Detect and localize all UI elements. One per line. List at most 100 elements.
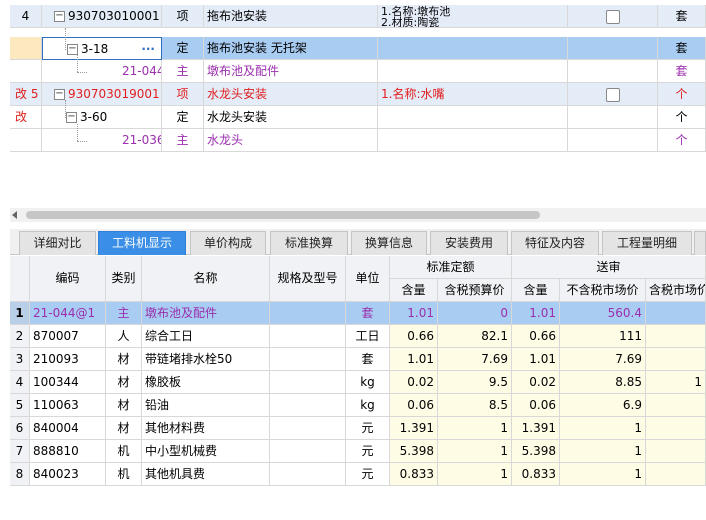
std-qty-cell[interactable]: 1.391 [390,417,438,440]
unit-cell[interactable]: 元 [346,417,390,440]
checkbox-cell[interactable] [568,129,658,152]
feature-cell[interactable] [378,37,568,60]
code-cell[interactable]: 840004 [30,417,106,440]
audit-qty-cell[interactable]: 0.833 [512,463,560,486]
unit-cell[interactable]: kg [346,371,390,394]
code-cell[interactable]: −3-18 ··· [42,37,162,60]
audit-price-cell[interactable]: 560.4 [560,302,646,325]
code-cell[interactable]: −3-60 [42,106,162,129]
tab-detail-compare[interactable]: 详细对比 [19,231,96,255]
audit-qty-cell[interactable]: 0.06 [512,394,560,417]
checkbox-cell[interactable] [568,37,658,60]
category-cell[interactable]: 材 [106,394,142,417]
code-cell[interactable]: −930703010001 [42,5,162,28]
name-cell[interactable]: 综合工日 [142,325,270,348]
bill-row[interactable]: 21-036 主 水龙头 个 [10,129,706,152]
unit-cell[interactable]: 套 [346,348,390,371]
audit-tax-price-cell[interactable] [646,463,706,486]
feature-cell[interactable] [378,129,568,152]
name-cell[interactable]: 水龙头安装 [204,83,378,106]
name-cell[interactable]: 其他材料费 [142,417,270,440]
header-spec[interactable]: 规格及型号 [270,256,346,302]
category-cell[interactable]: 机 [106,463,142,486]
unit-cell[interactable]: 工日 [346,325,390,348]
bill-row-selected[interactable]: −3-18 ··· 定 拖布池安装 无托架 套 [10,37,706,60]
checkbox-cell[interactable] [568,60,658,83]
tab-unit-price[interactable]: 单价构成 [190,231,266,255]
name-cell[interactable]: 橡胶板 [142,371,270,394]
std-price-cell[interactable]: 8.5 [438,394,512,417]
header-name[interactable]: 名称 [142,256,270,302]
header-audit-price[interactable]: 不含税市场价 [560,279,646,302]
category-cell[interactable]: 主 [106,302,142,325]
audit-price-cell[interactable]: 7.69 [560,348,646,371]
scroll-left-icon[interactable] [12,211,17,219]
audit-qty-cell[interactable]: 1.391 [512,417,560,440]
tab-install-fee[interactable]: 安装费用 [430,231,508,255]
name-cell[interactable]: 墩布池及配件 [142,302,270,325]
unit-cell[interactable]: 套 [346,302,390,325]
audit-price-cell[interactable]: 1 [560,417,646,440]
audit-tax-price-cell[interactable] [646,394,706,417]
name-cell[interactable]: 中小型机械费 [142,440,270,463]
audit-tax-price-cell[interactable] [646,348,706,371]
audit-price-cell[interactable]: 1 [560,440,646,463]
spec-cell[interactable] [270,463,346,486]
category-cell[interactable]: 材 [106,348,142,371]
code-cell[interactable]: 21-036 [42,129,162,152]
name-cell[interactable]: 水龙头 [204,129,378,152]
header-audit-qty[interactable]: 含量 [512,279,560,302]
spec-cell[interactable] [270,440,346,463]
collapse-icon[interactable]: − [54,11,65,22]
audit-qty-cell[interactable]: 1.01 [512,348,560,371]
header-std-qty[interactable]: 含量 [390,279,438,302]
audit-tax-price-cell[interactable] [646,440,706,463]
std-price-cell[interactable]: 1 [438,440,512,463]
collapse-icon[interactable]: − [66,112,77,123]
audit-qty-cell[interactable]: 1.01 [512,302,560,325]
std-price-cell[interactable]: 1 [438,463,512,486]
name-cell[interactable]: 水龙头安装 [204,106,378,129]
audit-price-cell[interactable]: 8.85 [560,371,646,394]
audit-qty-cell[interactable]: 0.02 [512,371,560,394]
code-cell[interactable]: 870007 [30,325,106,348]
collapse-icon[interactable]: − [54,89,65,100]
header-audit-tax-price[interactable]: 含税市场价 [646,279,706,302]
audit-price-cell[interactable]: 1 [560,463,646,486]
bill-row[interactable]: 21-044@1 主 墩布池及配件 套 [10,60,706,83]
name-cell[interactable]: 带链堵排水栓50 [142,348,270,371]
audit-qty-cell[interactable]: 5.398 [512,440,560,463]
audit-tax-price-cell[interactable]: 1 [646,371,706,394]
std-qty-cell[interactable]: 0.02 [390,371,438,394]
spec-cell[interactable] [270,348,346,371]
name-cell[interactable]: 铅油 [142,394,270,417]
std-price-cell[interactable]: 9.5 [438,371,512,394]
feature-cell[interactable] [378,60,568,83]
tab-standard-conversion[interactable]: 标准换算 [270,231,348,255]
bill-row[interactable]: 改 −3-60 定 水龙头安装 个 [10,106,706,129]
header-code[interactable]: 编码 [30,256,106,302]
header-std-price[interactable]: 含税预算价 [438,279,512,302]
code-cell[interactable]: 888810 [30,440,106,463]
code-cell[interactable]: 100344 [30,371,106,394]
collapse-icon[interactable]: − [67,44,78,55]
std-qty-cell[interactable]: 5.398 [390,440,438,463]
std-qty-cell[interactable]: 0.833 [390,463,438,486]
category-cell[interactable]: 机 [106,440,142,463]
bill-row[interactable]: 改 5 −930703019001 项 水龙头安装 1.名称:水嘴 个 [10,83,706,106]
category-cell[interactable]: 材 [106,371,142,394]
spec-cell[interactable] [270,371,346,394]
code-cell[interactable]: 21-044@1 [42,60,162,83]
std-qty-cell[interactable]: 0.06 [390,394,438,417]
name-cell[interactable]: 其他机具费 [142,463,270,486]
std-price-cell[interactable]: 1 [438,417,512,440]
category-cell[interactable]: 人 [106,325,142,348]
spec-cell[interactable] [270,302,346,325]
header-category[interactable]: 类别 [106,256,142,302]
scrollbar-thumb[interactable] [26,211,540,219]
checkbox[interactable] [605,87,620,102]
std-price-cell[interactable]: 7.69 [438,348,512,371]
code-cell[interactable]: 210093 [30,348,106,371]
tab-conversion-info[interactable]: 换算信息 [351,231,427,255]
audit-price-cell[interactable]: 6.9 [560,394,646,417]
